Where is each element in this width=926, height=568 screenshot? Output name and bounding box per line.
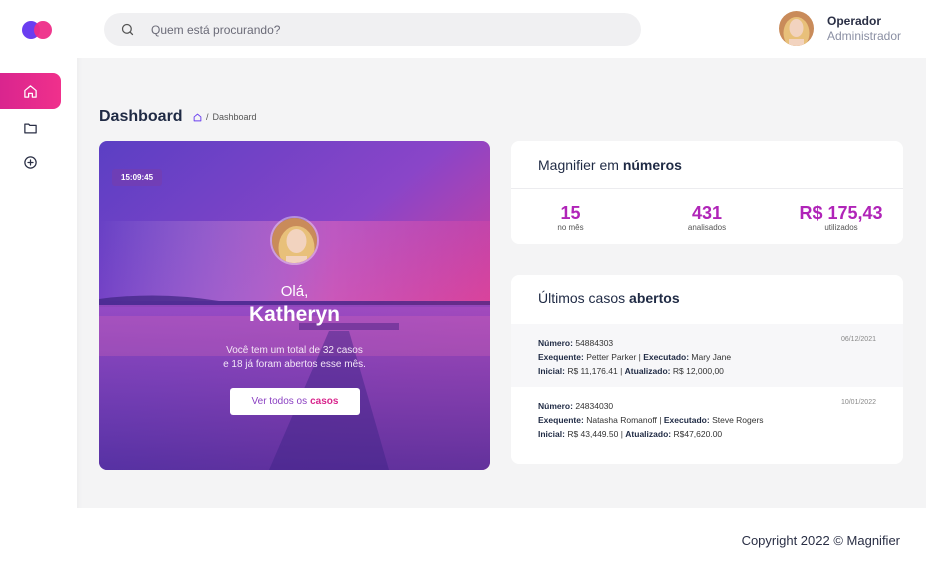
case-item[interactable]: Número: 54884303 Exequente: Petter Parke…	[511, 324, 903, 387]
case-date: 10/01/2022	[840, 399, 876, 406]
stat-label: utilizados	[824, 223, 858, 232]
latest-cases-card: Últimos casos abertos Número: 54884303 E…	[511, 275, 903, 464]
case-date: 06/12/2021	[840, 336, 876, 343]
divider	[511, 188, 903, 189]
profile-avatar	[270, 216, 319, 265]
plus-circle-icon	[24, 155, 37, 169]
copyright-text: Copyright 2022 © Magnifier	[741, 533, 900, 548]
case-number: Número: 24834030	[538, 401, 614, 411]
case-parties: Exequente: Natasha Romanoff | Executado:…	[538, 415, 764, 425]
user-role: Administrador	[827, 29, 902, 43]
stat-value: 15	[560, 203, 581, 223]
numbers-card: Magnifier em números 15 no mês 431 anali…	[511, 141, 903, 244]
case-item[interactable]: Número: 24834030 Exequente: Natasha Roma…	[511, 387, 903, 450]
numbers-card-title: Magnifier em números	[538, 157, 682, 173]
stat-value: R$ 175,43	[799, 203, 883, 223]
breadcrumb-separator: /	[206, 112, 209, 122]
view-all-cases-button[interactable]: Ver todos os casos	[230, 388, 360, 415]
button-label-prefix: Ver todos os	[251, 396, 308, 407]
stat-analyzed: 431 analisados	[677, 203, 737, 232]
welcome-card: 15:09:45 Olá, Katheryn Você tem um total…	[99, 141, 490, 470]
logo	[22, 21, 54, 39]
clock-badge: 15:09:45	[112, 169, 163, 186]
case-parties: Exequente: Petter Parker | Executado: Ma…	[538, 352, 732, 362]
footer: Copyright 2022 © Magnifier	[77, 508, 926, 568]
sidebar	[0, 0, 77, 568]
folder-icon	[24, 123, 37, 133]
case-values: Inicial: R$ 43,449.50 | Atualizado: R$47…	[538, 429, 723, 439]
sidebar-item-add[interactable]	[0, 144, 61, 180]
page-title: Dashboard	[99, 108, 183, 125]
greeting: Olá,	[280, 283, 309, 300]
sidebar-item-folder[interactable]	[0, 110, 61, 146]
user-first-name: Katheryn	[248, 303, 341, 326]
search-input[interactable]	[151, 22, 551, 37]
stat-value: 431	[691, 203, 723, 223]
avatar[interactable]	[779, 11, 814, 46]
cases-card-title: Últimos casos abertos	[538, 290, 680, 306]
sidebar-item-home[interactable]	[0, 73, 61, 109]
case-values: Inicial: R$ 11,176.41 | Atualizado: R$ 1…	[538, 366, 724, 376]
case-number: Número: 54884303	[538, 338, 614, 348]
search-bar[interactable]	[104, 13, 641, 46]
home-icon[interactable]	[193, 113, 202, 122]
user-info[interactable]: Operador Administrador	[827, 14, 901, 43]
stat-month: 15 no mês	[548, 203, 593, 232]
button-label-emphasis: casos	[310, 396, 339, 407]
user-name: Operador	[827, 14, 882, 28]
home-icon	[24, 84, 37, 98]
welcome-line-1: Você tem um total de 32 casos	[226, 345, 363, 356]
search-icon	[121, 23, 134, 36]
stat-label: no mês	[557, 223, 584, 232]
stat-used: R$ 175,43 utilizados	[791, 203, 891, 232]
welcome-message: Você tem um total de 32 casos e 18 já fo…	[99, 344, 490, 372]
breadcrumb-item[interactable]: Dashboard	[213, 112, 257, 122]
breadcrumb: / Dashboard	[193, 112, 257, 122]
stat-label: analisados	[687, 223, 727, 232]
welcome-line-2: e 18 já foram abertos esse mês.	[223, 359, 366, 370]
header: Operador Administrador	[77, 0, 926, 58]
